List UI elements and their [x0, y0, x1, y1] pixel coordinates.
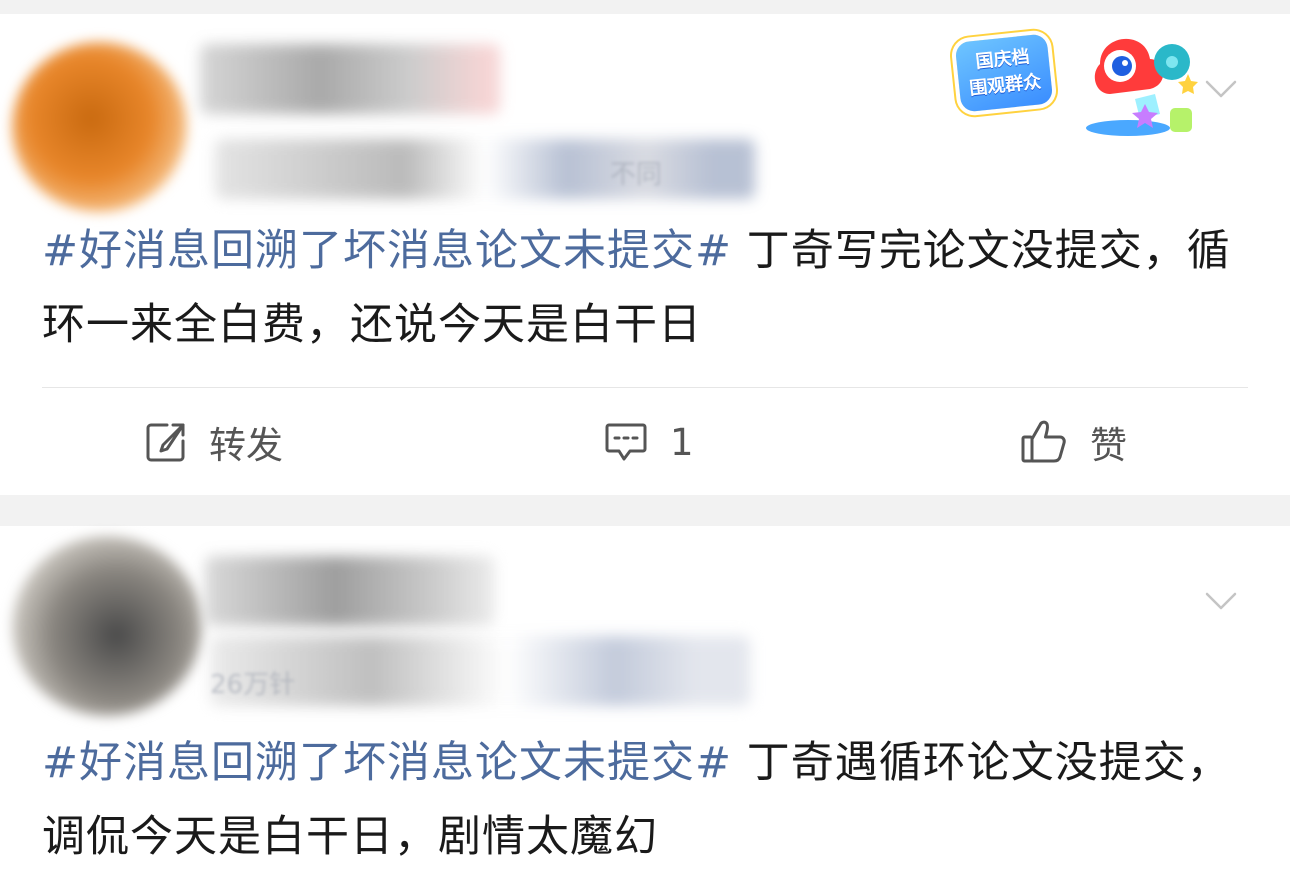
- like-button[interactable]: 赞: [1020, 414, 1127, 470]
- divider: [42, 387, 1248, 388]
- post-text: #好消息回溯了坏消息论文未提交# 丁奇遇循环论文没提交，调侃今天是白干日，剧情太…: [42, 726, 1252, 874]
- chevron-down-icon[interactable]: [1204, 72, 1238, 106]
- chevron-down-icon[interactable]: [1204, 584, 1238, 618]
- hashtag-link[interactable]: #好消息回溯了坏消息论文未提交#: [42, 226, 732, 276]
- hashtag-link[interactable]: #好消息回溯了坏消息论文未提交#: [42, 738, 732, 788]
- like-label: 赞: [1090, 424, 1127, 467]
- post-card[interactable]: 26万针 #好消息回溯了坏消息论文未提交# 丁奇遇循环论文没提交，调侃今天是白干…: [0, 526, 1290, 890]
- post-text: #好消息回溯了坏消息论文未提交# 丁奇写完论文没提交，循环一来全白费，还说今天是…: [42, 214, 1252, 362]
- username-blurred[interactable]: [205, 556, 495, 626]
- avatar[interactable]: [12, 536, 202, 716]
- like-icon: [1021, 420, 1066, 463]
- comment-button[interactable]: 1: [604, 414, 694, 470]
- avatar[interactable]: [12, 42, 187, 212]
- repost-label: 转发: [209, 424, 283, 467]
- post-meta-text: 不同: [610, 160, 663, 190]
- comment-count: 1: [670, 420, 694, 464]
- holiday-badge: 国庆档 围观群众: [950, 24, 1200, 139]
- repost-icon: [146, 423, 185, 462]
- post-meta-blurred: [215, 139, 755, 199]
- post-meta-text: 26万针: [210, 670, 296, 700]
- username-blurred[interactable]: [200, 44, 500, 114]
- post-card[interactable]: 不同 国庆档 围观群众 #好消息回溯了坏消息论文未提交# 丁奇写完论文没提交，循…: [0, 14, 1290, 495]
- repost-button[interactable]: 转发: [145, 414, 283, 470]
- comment-icon: [605, 423, 647, 461]
